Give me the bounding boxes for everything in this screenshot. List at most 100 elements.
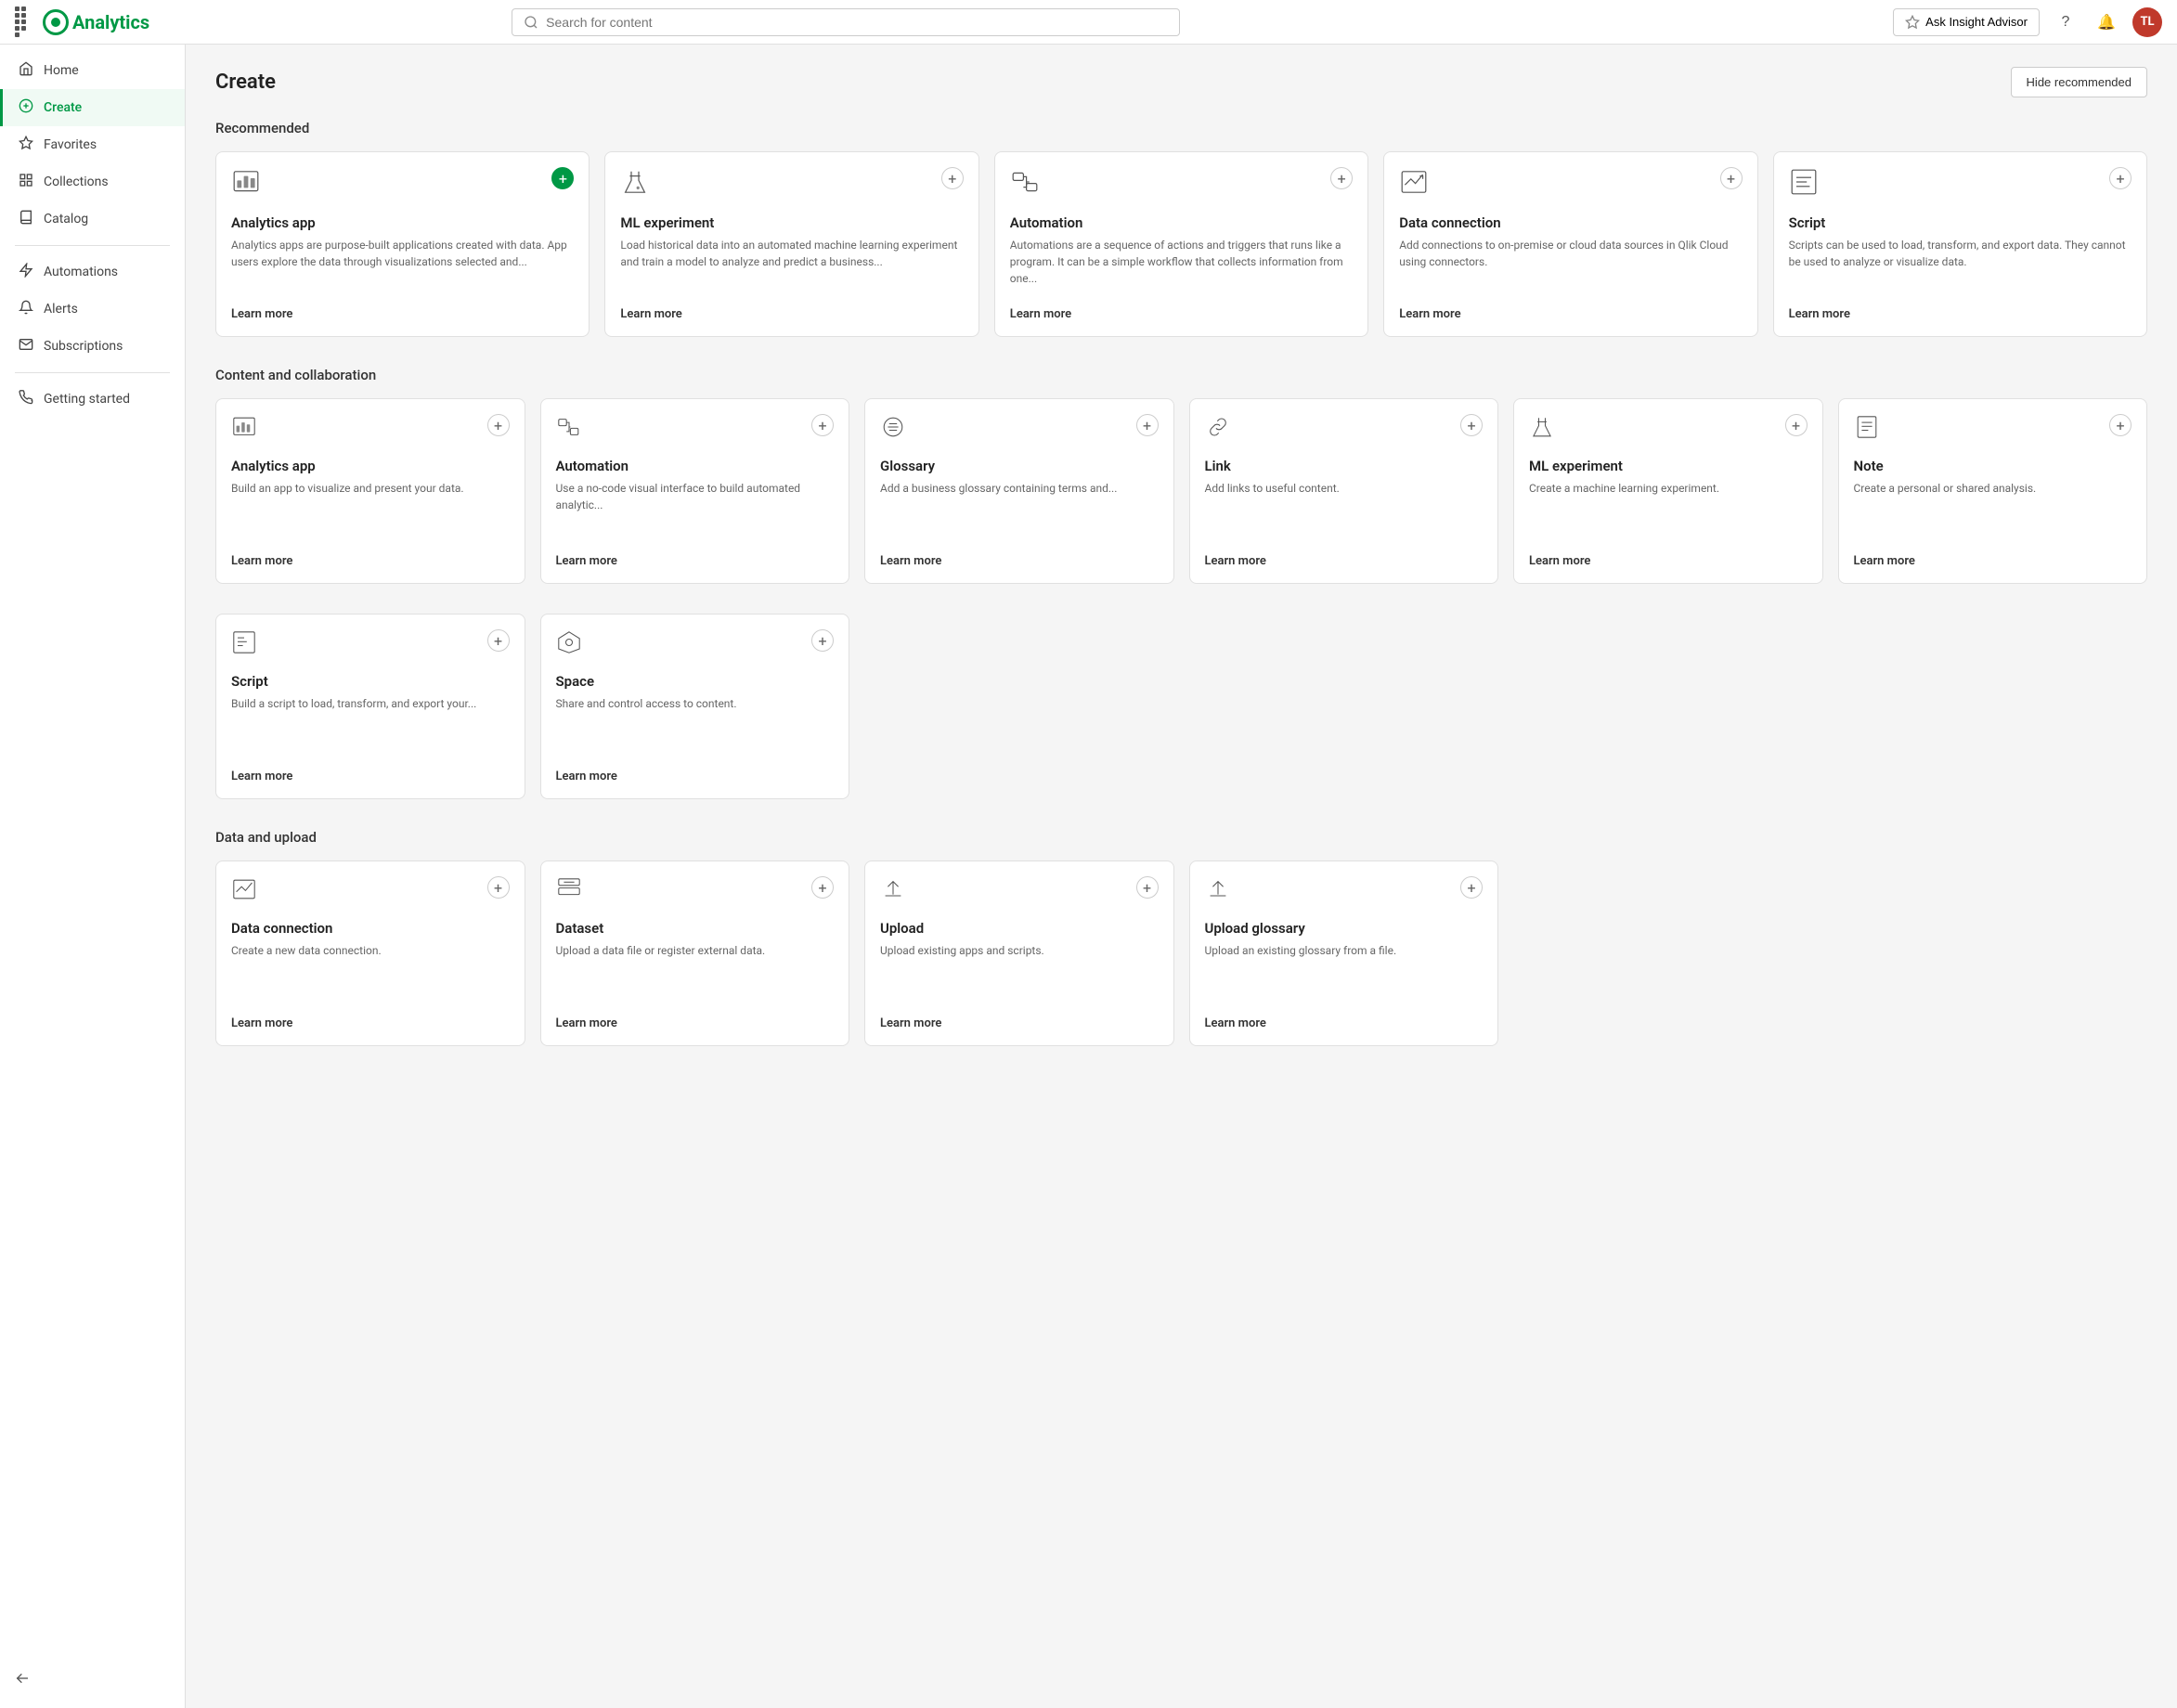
sidebar-item-create[interactable]: Create (0, 89, 185, 126)
card-plus-du-dataconn[interactable]: + (487, 876, 510, 899)
card-recommended-script[interactable]: + Script Scripts can be used to load, tr… (1773, 151, 2147, 337)
card-learn-du-upload-glossary[interactable]: Learn more (1205, 1016, 1484, 1030)
sidebar-item-home[interactable]: Home (0, 52, 185, 89)
card-plus-cc-script[interactable]: + (487, 629, 510, 652)
hide-recommended-button[interactable]: Hide recommended (2011, 67, 2147, 97)
card-learn-script[interactable]: Learn more (1789, 307, 2132, 321)
card-learn-analytics-app[interactable]: Learn more (231, 307, 574, 321)
card-plus-cc-analytics[interactable]: + (487, 414, 510, 436)
card-cc-space[interactable]: + Space Share and control access to cont… (540, 614, 850, 799)
insight-advisor-button[interactable]: Ask Insight Advisor (1893, 8, 2040, 36)
sidebar-item-automations[interactable]: Automations (0, 253, 185, 291)
card-cc-analytics-app[interactable]: + Analytics app Build an app to visualiz… (215, 398, 525, 584)
card-learn-du-upload[interactable]: Learn more (880, 1016, 1159, 1030)
card-learn-cc-analytics[interactable]: Learn more (231, 554, 510, 568)
card-plus-cc-glossary[interactable]: + (1136, 414, 1159, 436)
card-name-cc-automation: Automation (556, 458, 835, 474)
card-plus-cc-ml[interactable]: + (1785, 414, 1808, 436)
card-du-upload[interactable]: + Upload Upload existing apps and script… (864, 860, 1174, 1046)
card-cc-script[interactable]: + Script Build a script to load, transfo… (215, 614, 525, 799)
card-desc-cc-glossary: Add a business glossary containing terms… (880, 480, 1159, 545)
card-learn-du-dataset[interactable]: Learn more (556, 1016, 835, 1030)
card-plus-cc-link[interactable]: + (1460, 414, 1483, 436)
card-learn-du-dataconn[interactable]: Learn more (231, 1016, 510, 1030)
automations-icon (18, 263, 34, 281)
sidebar-item-alerts[interactable]: Alerts (0, 291, 185, 328)
card-plus-ml[interactable]: + (941, 167, 964, 189)
card-recommended-automation[interactable]: + Automation Automations are a sequence … (994, 151, 1368, 337)
card-plus-du-upload-glossary[interactable]: + (1460, 876, 1483, 899)
card-du-data-connection[interactable]: + Data connection Create a new data conn… (215, 860, 525, 1046)
card-learn-cc-link[interactable]: Learn more (1205, 554, 1484, 568)
card-plus-cc-note[interactable]: + (2109, 414, 2132, 436)
qlik-logo[interactable]: Analytics (43, 9, 149, 35)
sidebar-item-subscriptions[interactable]: Subscriptions (0, 328, 185, 365)
card-cc-automation[interactable]: + Automation Use a no-code visual interf… (540, 398, 850, 584)
card-plus-dataconn[interactable]: + (1720, 167, 1743, 189)
card-name-analytics-app: Analytics app (231, 214, 574, 231)
layout: Home Create Favorites Collections Catalo… (0, 45, 2177, 1708)
card-plus-cc-space[interactable]: + (811, 629, 834, 652)
du-upload-icon (880, 876, 906, 909)
card-learn-cc-script[interactable]: Learn more (231, 770, 510, 783)
card-name-cc-note: Note (1854, 458, 2132, 474)
card-learn-automation[interactable]: Learn more (1010, 307, 1353, 321)
grid-menu-icon[interactable] (15, 6, 32, 37)
card-cc-note[interactable]: + Note Create a personal or shared analy… (1838, 398, 2148, 584)
card-desc-ml: Load historical data into an automated m… (620, 237, 963, 298)
card-recommended-analytics-app[interactable]: + Analytics app Analytics apps are purpo… (215, 151, 590, 337)
favorites-icon (18, 136, 34, 154)
card-name-cc-ml: ML experiment (1529, 458, 1808, 474)
notifications-button[interactable]: 🔔 (2092, 7, 2121, 37)
user-avatar[interactable]: TL (2132, 7, 2162, 37)
sidebar-item-getting-started[interactable]: Getting started (0, 381, 185, 418)
card-learn-cc-space[interactable]: Learn more (556, 770, 835, 783)
card-cc-ml-experiment[interactable]: + ML experiment Create a machine learnin… (1513, 398, 1823, 584)
card-name-script: Script (1789, 214, 2132, 231)
card-learn-cc-glossary[interactable]: Learn more (880, 554, 1159, 568)
card-plus-green[interactable]: + (551, 167, 574, 189)
card-name-cc-link: Link (1205, 458, 1484, 474)
content-collaboration-grid-top: + Analytics app Build an app to visualiz… (215, 398, 2147, 584)
card-learn-cc-ml[interactable]: Learn more (1529, 554, 1808, 568)
sidebar-item-catalog[interactable]: Catalog (0, 201, 185, 238)
search-input[interactable] (546, 15, 1168, 30)
card-learn-cc-note[interactable]: Learn more (1854, 554, 2132, 568)
card-cc-glossary[interactable]: + Glossary Add a business glossary conta… (864, 398, 1174, 584)
card-du-dataset[interactable]: + Dataset Upload a data file or register… (540, 860, 850, 1046)
help-button[interactable]: ? (2051, 7, 2080, 37)
script-icon (1789, 167, 1819, 203)
card-icon-row: + (1854, 414, 2132, 446)
card-learn-cc-automation[interactable]: Learn more (556, 554, 835, 568)
sidebar-label-subscriptions: Subscriptions (44, 339, 123, 354)
card-plus-du-upload[interactable]: + (1136, 876, 1159, 899)
du-data-connection-icon (231, 876, 257, 909)
card-icon-row: + (556, 629, 835, 662)
card-du-upload-glossary[interactable]: + Upload glossary Upload an existing glo… (1189, 860, 1499, 1046)
cc-ml-icon (1529, 414, 1555, 446)
card-plus-automation[interactable]: + (1330, 167, 1353, 189)
card-learn-dataconn[interactable]: Learn more (1399, 307, 1742, 321)
search-bar[interactable] (512, 8, 1180, 36)
card-icon-row: + (231, 414, 510, 446)
card-plus-du-dataset[interactable]: + (811, 876, 834, 899)
card-recommended-data-connection[interactable]: + Data connection Add connections to on-… (1383, 151, 1757, 337)
data-upload-section: Data and upload + Data connection Creat (215, 829, 2147, 1046)
sidebar-label-automations: Automations (44, 265, 118, 279)
app-name: Analytics (72, 11, 149, 33)
card-learn-ml[interactable]: Learn more (620, 307, 963, 321)
card-recommended-ml-experiment[interactable]: + ML experiment Load historical data int… (604, 151, 978, 337)
card-desc-script: Scripts can be used to load, transform, … (1789, 237, 2132, 298)
card-plus-script[interactable]: + (2109, 167, 2132, 189)
cc-link-icon (1205, 414, 1231, 446)
sidebar-collapse-button[interactable] (0, 1663, 185, 1693)
sidebar-item-favorites[interactable]: Favorites (0, 126, 185, 163)
card-plus-cc-automation[interactable]: + (811, 414, 834, 436)
card-cc-link[interactable]: + Link Add links to useful content. Lear… (1189, 398, 1499, 584)
sidebar-item-collections[interactable]: Collections (0, 163, 185, 201)
sidebar: Home Create Favorites Collections Catalo… (0, 45, 186, 1708)
card-icon-row: + (880, 876, 1159, 909)
card-desc-automation: Automations are a sequence of actions an… (1010, 237, 1353, 298)
subscriptions-icon (18, 337, 34, 356)
page-title: Create (215, 71, 276, 94)
